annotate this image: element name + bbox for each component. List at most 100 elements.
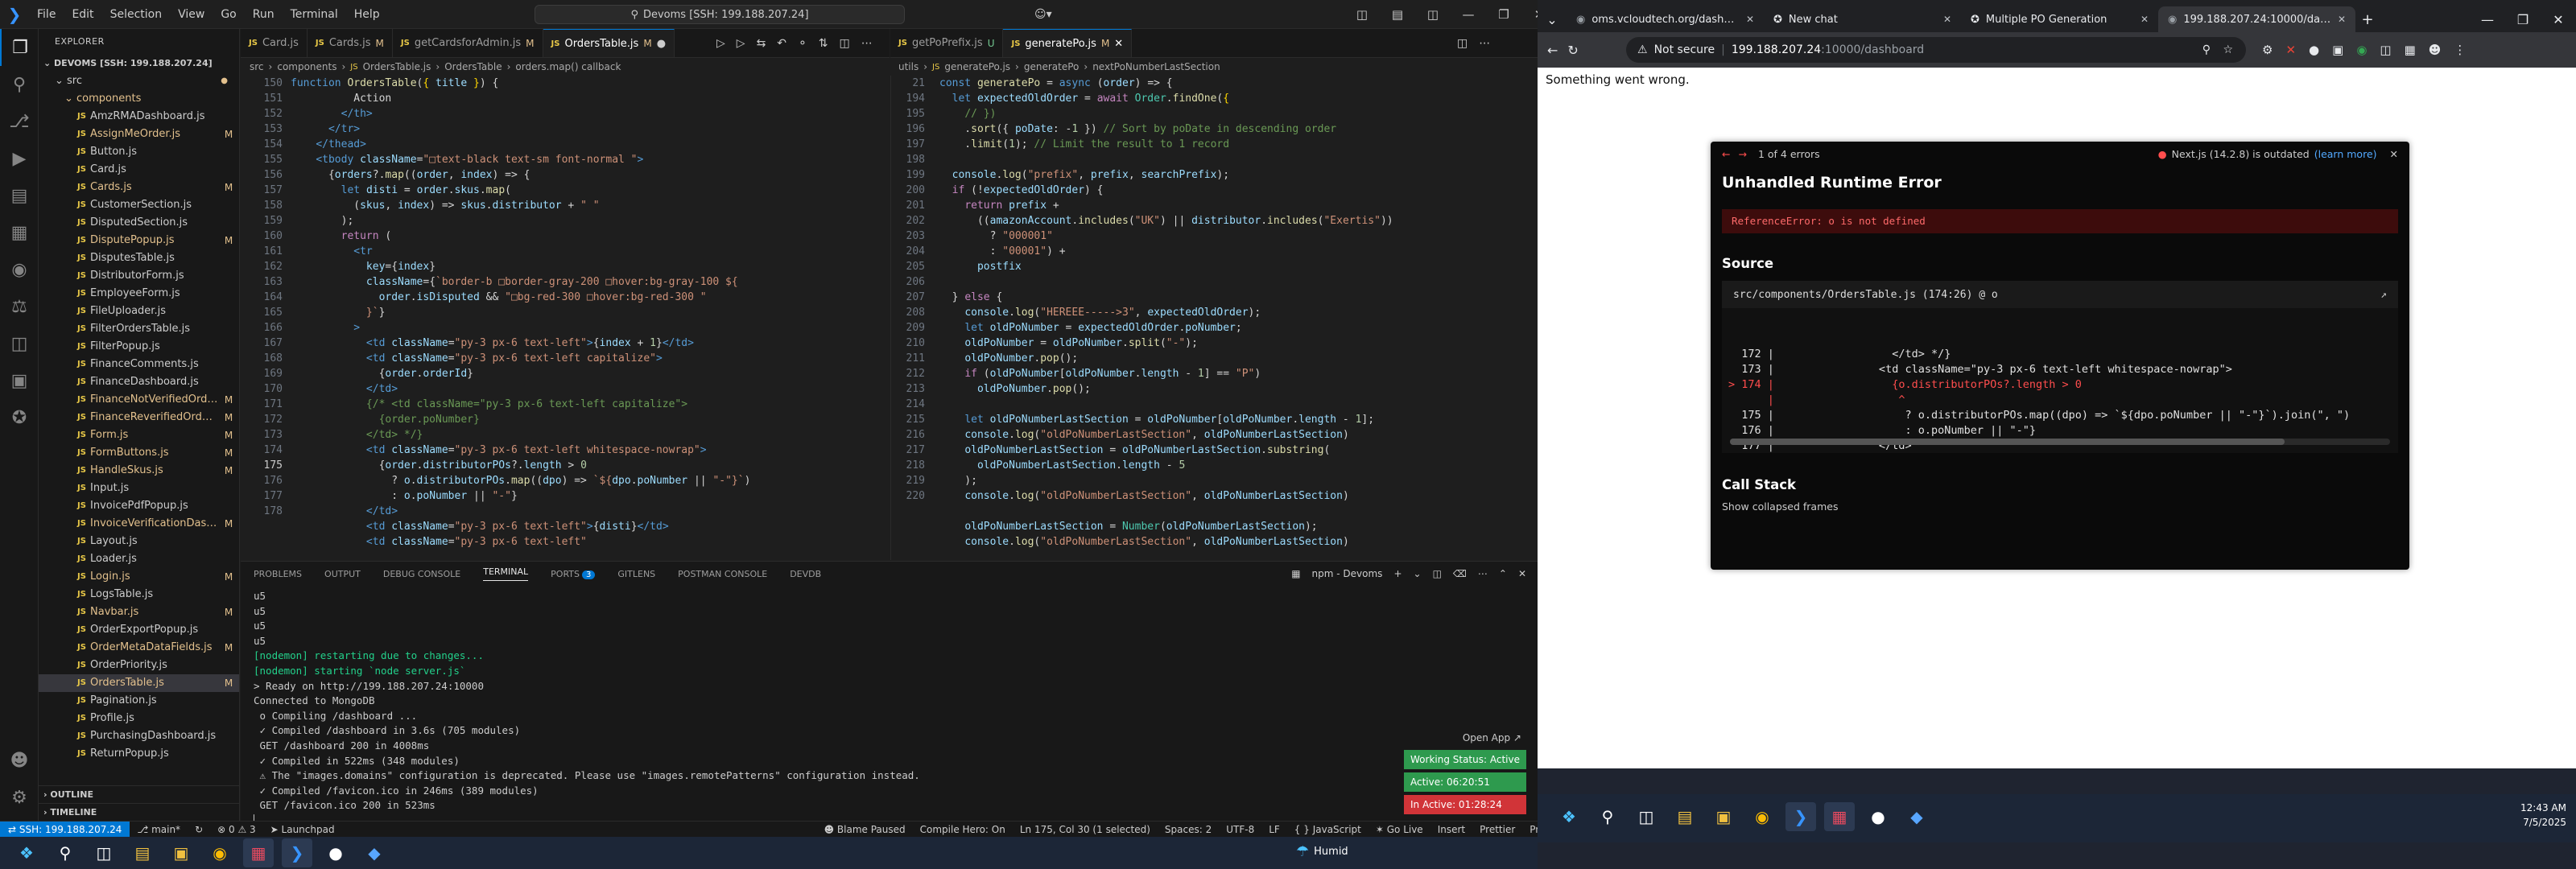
compare-icon[interactable]: ⇆ [757, 37, 766, 50]
run-debug-icon[interactable]: ▶ [0, 140, 39, 177]
explorer-file-item[interactable]: JS FileUploader.js [39, 303, 239, 320]
code-editor-left[interactable]: 150 151 152 153 154 155 156 157 158 159 160 161 162 1… [241, 76, 890, 560]
explorer-file-item[interactable]: JS OrdersTable.js M [39, 674, 239, 692]
maximize-icon[interactable]: ❐ [2505, 12, 2541, 27]
app-diamond-icon[interactable]: ◆ [359, 838, 390, 867]
breadcrumb-item[interactable]: utils [898, 61, 919, 72]
git-icon[interactable]: ⚬ [798, 37, 807, 50]
tab-debug-console[interactable]: DEBUG CONSOLE [383, 569, 460, 579]
source-file-path[interactable]: src/components/OrdersTable.js (174:26) @… [1733, 289, 1998, 301]
more-actions-icon[interactable]: ⋯ [861, 37, 873, 50]
explorer-file-item[interactable]: JS FinanceReverifiedOrderTab... M [39, 409, 239, 426]
zoom-icon[interactable]: ⚲ [2202, 43, 2211, 56]
tab-generatepo[interactable]: JS generatePo.js M ✕ [1003, 29, 1133, 57]
explorer-file-item[interactable]: JS AmzRMADashboard.js [39, 108, 239, 126]
close-icon[interactable]: ✕ [1943, 14, 1951, 25]
explorer-file-item[interactable]: JS Button.js [39, 143, 239, 161]
explorer-file-item[interactable]: JS Input.js [39, 480, 239, 497]
extension-icon[interactable]: ◉ [2356, 43, 2367, 57]
show-collapsed-frames-button[interactable]: Show collapsed frames [1711, 492, 2409, 521]
app-icon[interactable]: ▦ [1824, 802, 1855, 831]
database-icon[interactable]: ◫ [0, 325, 39, 362]
outline-section[interactable]: › OUTLINE [39, 785, 239, 803]
split-editor-icon[interactable]: ◫ [1457, 37, 1468, 50]
folder-src[interactable]: ⌄ src ● [39, 72, 239, 90]
menu-dots-icon[interactable]: ⋮ [2454, 43, 2466, 57]
gitlens-icon[interactable]: ◉ [0, 251, 39, 288]
app-circle-icon[interactable]: ● [320, 838, 351, 867]
tab-orderstable[interactable]: JS OrdersTable.js M ● [543, 29, 675, 57]
breadcrumb-item[interactable]: orders.map() callback [515, 61, 621, 72]
browser-tab-oms[interactable]: ◉ oms.vcloudtech.org/dashboard ✕ [1567, 6, 1764, 32]
weather-widget[interactable]: ☂ Humid [1296, 843, 1348, 860]
explorer-file-item[interactable]: JS OrderPriority.js [39, 657, 239, 674]
windows-start-icon[interactable]: ❖ [11, 838, 42, 867]
more-actions-icon[interactable]: ⋯ [1479, 37, 1490, 50]
tab-getpoprefix[interactable]: JS getPoPrefix.js U [890, 29, 1004, 57]
prev-error-button[interactable]: ← [1722, 148, 1730, 160]
problems-indicator[interactable]: ⊗ 0 ⚠ 3 [210, 824, 263, 835]
store-icon[interactable]: ▣ [1708, 802, 1739, 831]
vscode-taskbar-icon[interactable]: ❯ [282, 838, 312, 867]
maximize-icon[interactable]: ❐ [1486, 7, 1521, 22]
menu-file[interactable]: File [29, 8, 64, 21]
extensions-puzzle-icon[interactable]: ▦ [2405, 43, 2416, 57]
store-icon[interactable]: ▣ [166, 838, 196, 867]
extension-icon[interactable]: ◫ [2380, 43, 2391, 57]
breadcrumb-item[interactable]: generatePo [1024, 61, 1080, 72]
address-bar[interactable]: ⚠ Not secure | 199.188.207.24:10000/dash… [1626, 37, 2246, 63]
breadcrumb-item[interactable]: nextPoNumberLastSection [1092, 61, 1220, 72]
explorer-file-item[interactable]: JS AssignMeOrder.js M [39, 126, 239, 143]
remote-explorer-icon[interactable]: ▤ [0, 177, 39, 214]
prettier-indicator-2[interactable]: Prettier [1522, 824, 1538, 835]
blame-indicator[interactable]: ☻ Blame Paused [817, 824, 913, 835]
extension-icon[interactable]: ✕ [2285, 43, 2296, 57]
timeline-section[interactable]: › TIMELINE [39, 803, 239, 821]
reload-icon[interactable]: ↻ [1567, 43, 1578, 58]
prettier-indicator[interactable]: Prettier [1472, 824, 1522, 835]
sync-icon[interactable]: ↻ [188, 824, 210, 835]
explorer-file-item[interactable]: JS Login.js M [39, 568, 239, 586]
explorer-file-item[interactable]: JS Form.js M [39, 426, 239, 444]
explorer-file-item[interactable]: JS PurchasingDashboard.js [39, 727, 239, 745]
explorer-icon[interactable]: ❐ [0, 29, 39, 66]
task-view-icon[interactable]: ◫ [89, 838, 119, 867]
explorer-file-item[interactable]: JS CustomerSection.js [39, 196, 239, 214]
explorer-file-item[interactable]: JS FormButtons.js M [39, 444, 239, 462]
code-editor-right[interactable]: 21 194 195 196 197 198 199 200 201 202 203 204 205 20… [890, 76, 1538, 560]
menu-go[interactable]: Go [213, 8, 244, 21]
explorer-file-item[interactable]: JS ReturnPopup.js [39, 745, 239, 763]
tab-postman-console[interactable]: POSTMAN CONSOLE [678, 569, 767, 579]
explorer-file-item[interactable]: JS FinanceNotVerifiedOrderT... M [39, 391, 239, 409]
windows-start-icon[interactable]: ❖ [1554, 802, 1584, 831]
chrome-icon[interactable]: ◉ [204, 838, 235, 867]
close-icon[interactable]: ✕ [2338, 14, 2346, 25]
explorer-file-item[interactable]: JS LogsTable.js [39, 586, 239, 603]
breadcrumb-item[interactable]: components [277, 61, 336, 72]
explorer-file-item[interactable]: JS DisputePopup.js M [39, 232, 239, 249]
explorer-file-item[interactable]: JS OrderMetaDataFields.js M [39, 639, 239, 657]
back-icon[interactable]: ↶ [777, 37, 786, 50]
split-editor-icon[interactable]: ◫ [840, 37, 850, 50]
menu-selection[interactable]: Selection [102, 8, 171, 21]
file-explorer-icon[interactable]: ▤ [127, 838, 158, 867]
breadcrumb-item[interactable]: OrdersTable [444, 61, 502, 72]
extensions-icon[interactable]: ▦ [0, 214, 39, 251]
menu-edit[interactable]: Edit [64, 8, 101, 21]
remote-indicator[interactable]: ⇄ SSH: 199.188.207.24 [0, 821, 130, 838]
close-icon[interactable]: ✕ [2541, 12, 2576, 27]
tab-getcardsforadmin[interactable]: JS getCardsforAdmin.js M [392, 29, 543, 57]
minimize-icon[interactable]: — [1451, 7, 1486, 22]
close-icon[interactable]: ✕ [2390, 148, 2398, 160]
extension-icon[interactable]: ▣ [2332, 43, 2343, 57]
insert-mode[interactable]: Insert [1430, 824, 1472, 835]
play-icon[interactable]: ▷ [737, 37, 745, 50]
system-clock[interactable]: 12:43 AM 7/5/2025 [2520, 801, 2566, 830]
terminal-name[interactable]: npm - Devoms [1312, 568, 1383, 579]
chevron-down-icon[interactable]: ⌄ [1414, 568, 1422, 579]
explorer-file-item[interactable]: JS Navbar.js M [39, 603, 239, 621]
extension-icon[interactable]: ⚙ [2262, 43, 2273, 57]
search-icon[interactable]: ⚲ [1592, 802, 1623, 831]
copilot-icon[interactable]: ☺▾ [1034, 8, 1052, 21]
app-icon[interactable]: ▦ [243, 838, 274, 867]
